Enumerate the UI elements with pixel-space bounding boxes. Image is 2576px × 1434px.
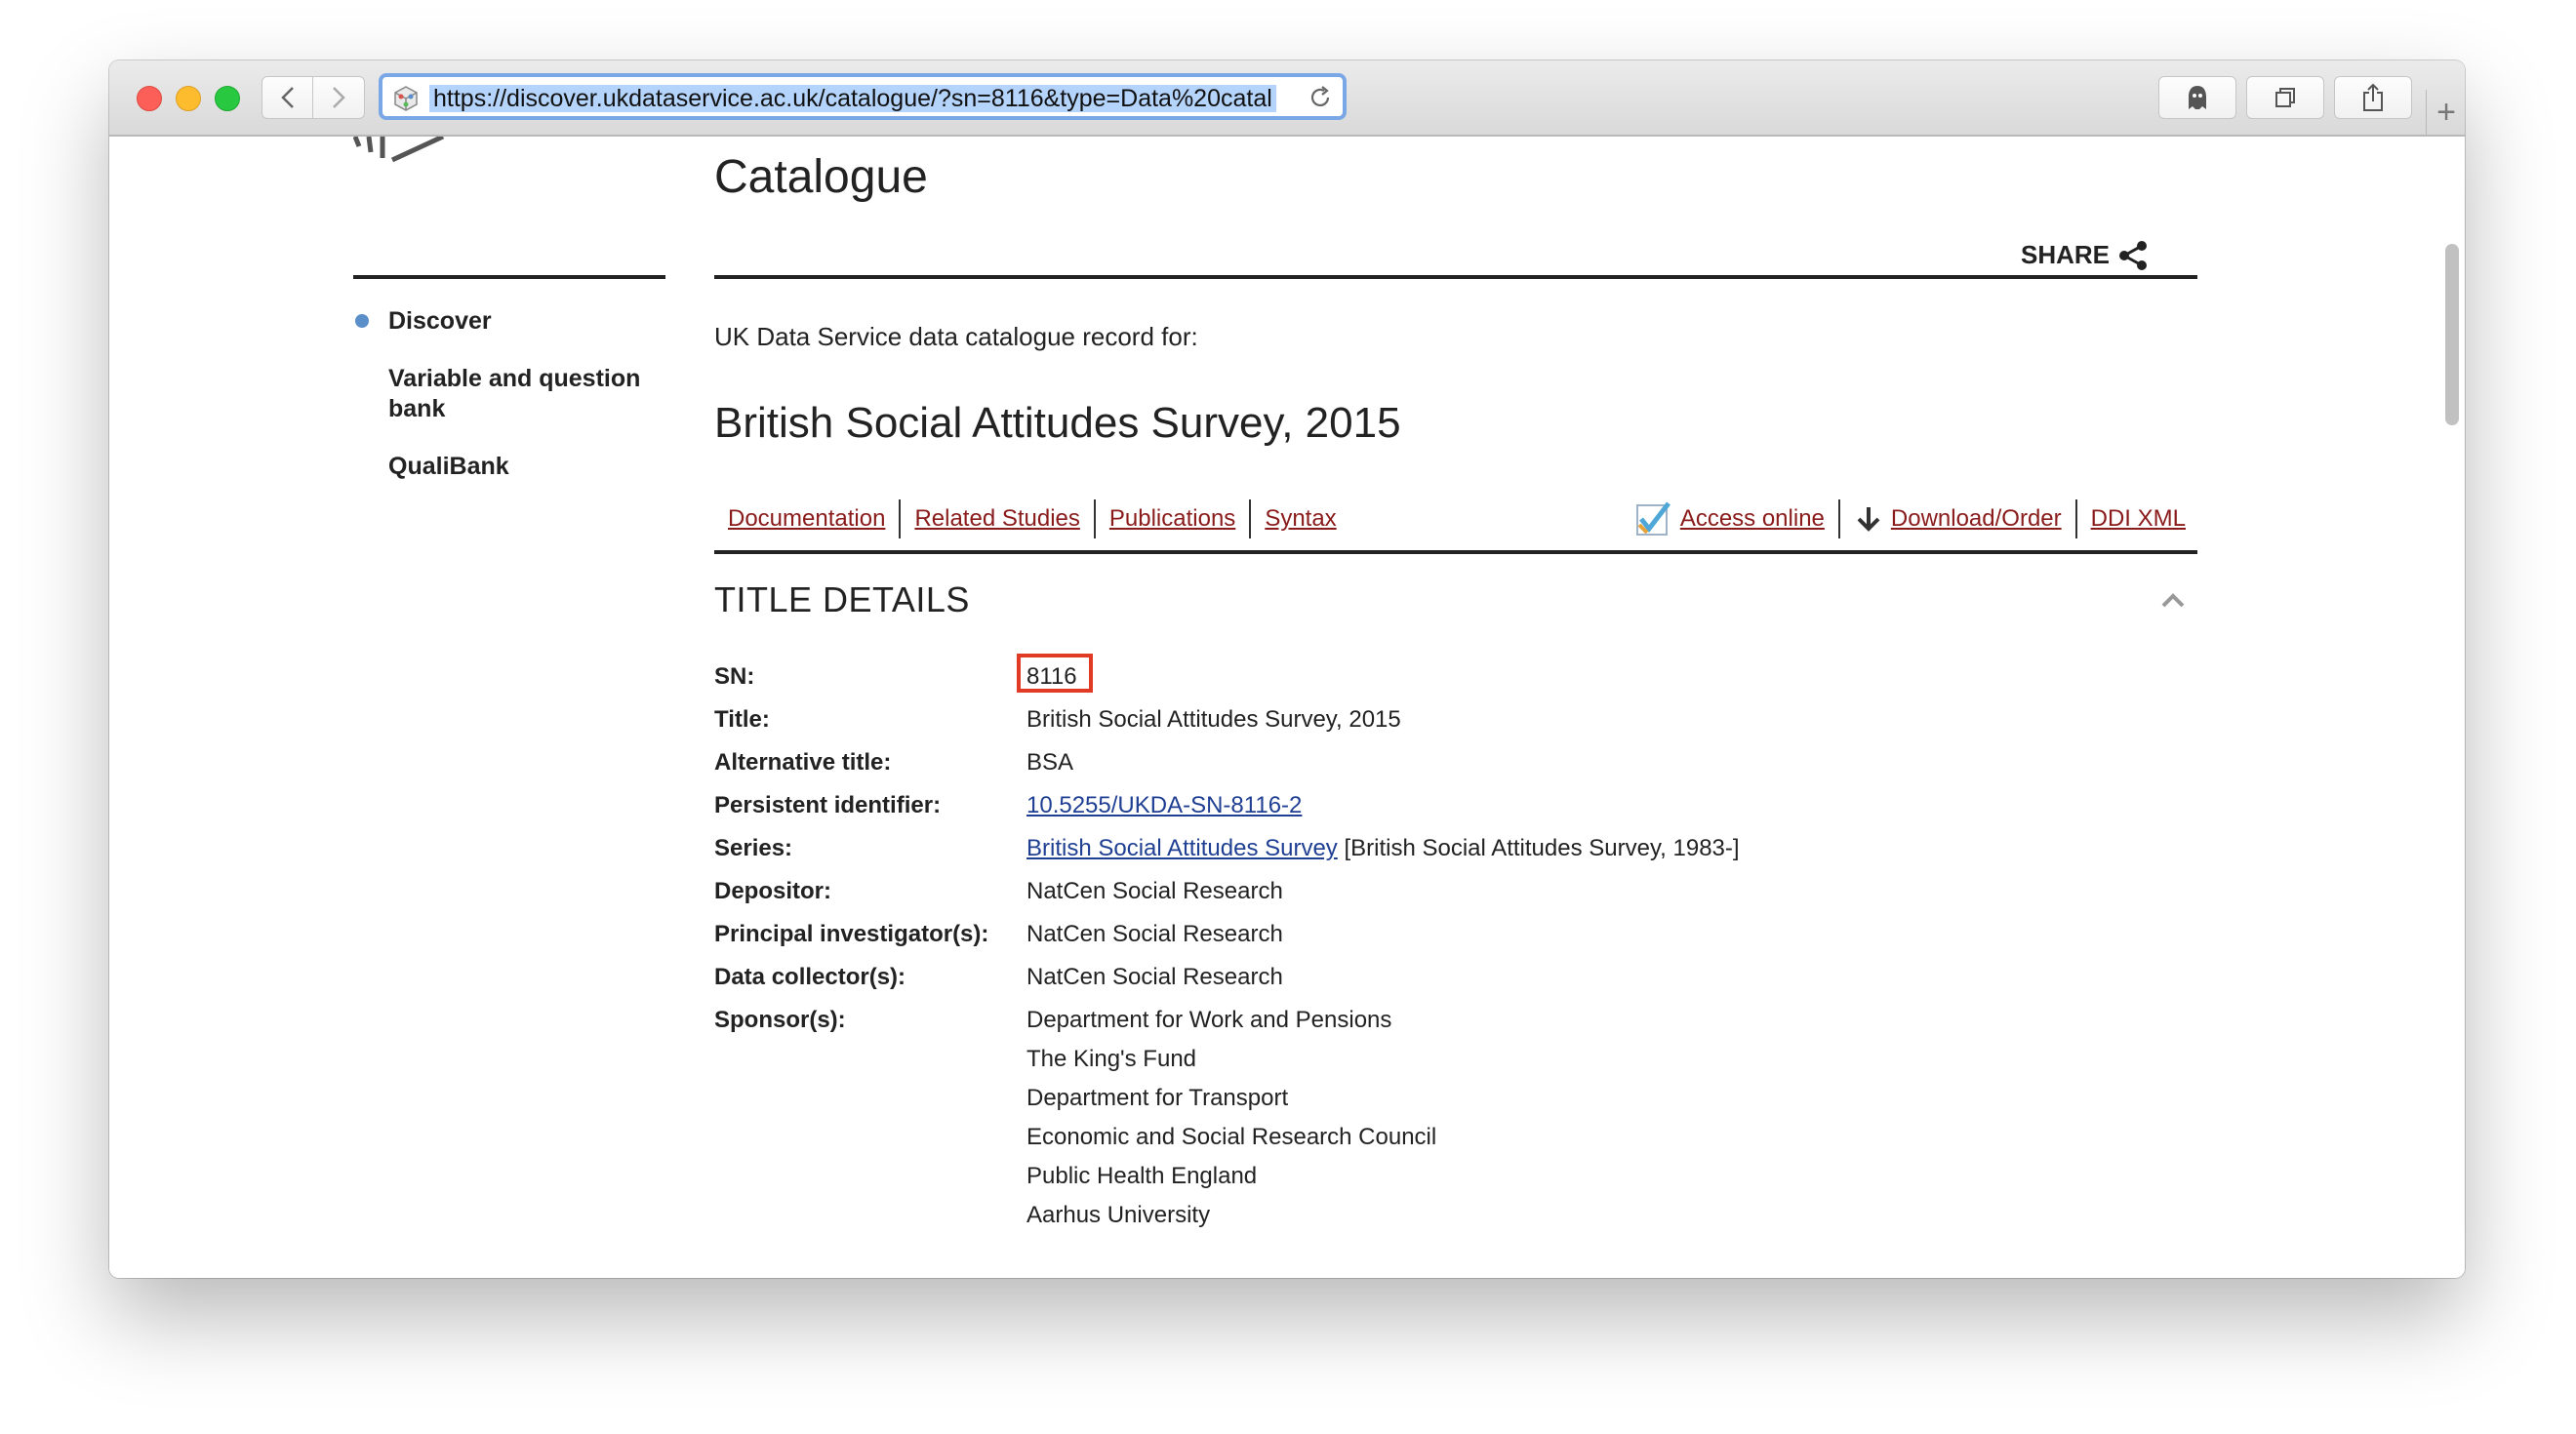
related-studies-link[interactable]: Related Studies	[901, 498, 1093, 540]
site-favicon-icon	[392, 85, 420, 117]
section-title-details: TITLE DETAILS	[714, 579, 970, 619]
title-details-table: SN: 8116 Title: British Social Attitudes…	[714, 654, 2178, 1233]
record-links-right: Access online Download/Order DDI XML	[1620, 498, 2186, 540]
record-links-left: Documentation Related Studies Publicatio…	[714, 498, 1350, 540]
syntax-link[interactable]: Syntax	[1251, 498, 1349, 540]
forward-button[interactable]	[312, 76, 365, 119]
share-button[interactable]: SHARE	[2021, 240, 2149, 270]
detail-row-pid: Persistent identifier: 10.5255/UKDA-SN-8…	[714, 784, 2178, 827]
link-separator	[1837, 499, 1840, 538]
detail-row-sn: SN: 8116	[714, 654, 2178, 698]
alt-title-label: Alternative title:	[714, 749, 892, 776]
pid-value: 10.5255/UKDA-SN-8116-2	[1026, 792, 1302, 819]
series-value: British Social Attitudes Survey [British…	[1026, 835, 1740, 862]
series-label: Series:	[714, 835, 793, 861]
pi-label: Principal investigator(s):	[714, 921, 989, 947]
detail-row-title: Title: British Social Attitudes Survey, …	[714, 698, 2178, 741]
detail-row-alt-title: Alternative title: BSA	[714, 741, 2178, 784]
sponsor-item: Public Health England	[1026, 1163, 1258, 1189]
links-divider	[714, 550, 2197, 554]
close-window-button[interactable]	[137, 86, 162, 111]
detail-row-sponsors: Sponsor(s): Department for Work and Pens…	[714, 999, 2178, 1233]
publications-link[interactable]: Publications	[1096, 498, 1249, 540]
ddi-xml-link[interactable]: DDI XML	[2077, 498, 2186, 540]
sidebar-item-variable-question-bank[interactable]: Variable and question bank	[353, 364, 675, 424]
share-nodes-icon	[2119, 240, 2147, 270]
sidebar-item-qualibank[interactable]: QualiBank	[353, 452, 675, 482]
access-online-link[interactable]: Access online	[1672, 498, 1838, 540]
share-toolbar-button[interactable]	[2334, 76, 2412, 119]
page-content: Discover Variable and question bank Qual…	[109, 137, 2465, 1278]
site-logo-fragment	[353, 137, 445, 163]
address-bar[interactable]: https://discover.ukdataservice.ac.uk/cat…	[379, 73, 1347, 120]
depositor-value: NatCen Social Research	[1026, 878, 1283, 904]
pi-value: NatCen Social Research	[1026, 921, 1283, 947]
sponsor-item: Aarhus University	[1026, 1202, 1211, 1228]
chevron-right-icon	[333, 87, 345, 108]
chevron-up-icon	[2161, 593, 2185, 608]
browser-window: https://discover.ukdataservice.ac.uk/cat…	[109, 60, 2465, 1278]
detail-row-depositor: Depositor: NatCen Social Research	[714, 870, 2178, 913]
url-text[interactable]: https://discover.ukdataservice.ac.uk/cat…	[429, 85, 1276, 112]
title-divider	[714, 275, 2197, 279]
sn-label: SN:	[714, 663, 755, 690]
collector-label: Data collector(s):	[714, 964, 906, 990]
ghost-icon	[2189, 86, 2206, 109]
depositor-label: Depositor:	[714, 878, 831, 904]
documentation-link[interactable]: Documentation	[714, 498, 899, 540]
access-online-checkmark-icon	[1633, 499, 1672, 538]
share-label: SHARE	[2020, 240, 2110, 269]
ghostery-extension-button[interactable]	[2158, 76, 2236, 119]
download-order-link[interactable]: Download/Order	[1883, 498, 2075, 540]
sidebar-item-label: Discover	[388, 307, 492, 335]
title-label: Title:	[714, 706, 770, 733]
download-arrow-icon	[1854, 504, 1883, 534]
detail-row-pi: Principal investigator(s): NatCen Social…	[714, 913, 2178, 956]
active-bullet-icon	[355, 314, 369, 328]
share-icon	[2363, 83, 2383, 111]
sponsor-item: Economic and Social Research Council	[1026, 1124, 1437, 1150]
pid-link[interactable]: 10.5255/UKDA-SN-8116-2	[1026, 792, 1302, 818]
series-link[interactable]: British Social Attitudes Survey	[1026, 835, 1338, 861]
vertical-scrollbar[interactable]	[2445, 244, 2459, 425]
detail-row-series: Series: British Social Attitudes Survey …	[714, 827, 2178, 870]
sponsors-label: Sponsor(s):	[714, 1007, 846, 1033]
new-tab-button[interactable]: +	[2426, 90, 2465, 135]
sidebar-item-label: Variable and question bank	[388, 365, 641, 422]
page-title: Catalogue	[714, 151, 928, 203]
sidebar-nav: Discover Variable and question bank Qual…	[353, 306, 675, 509]
record-intro-text: UK Data Service data catalogue record fo…	[714, 322, 1198, 351]
reload-icon[interactable]	[1308, 85, 1333, 115]
series-extra: [British Social Attitudes Survey, 1983-]	[1337, 835, 1740, 861]
tabs-overview-icon	[2275, 88, 2295, 107]
collector-value: NatCen Social Research	[1026, 964, 1283, 990]
alt-title-value: BSA	[1026, 749, 1074, 776]
study-title: British Social Attitudes Survey, 2015	[714, 399, 1401, 447]
sidebar-item-discover[interactable]: Discover	[353, 306, 675, 337]
detail-row-collector: Data collector(s): NatCen Social Researc…	[714, 956, 2178, 999]
browser-toolbar: https://discover.ukdataservice.ac.uk/cat…	[109, 60, 2465, 137]
show-tabs-button[interactable]	[2246, 76, 2324, 119]
sidebar-item-label: QualiBank	[388, 453, 509, 480]
chevron-left-icon	[281, 87, 294, 108]
minimize-window-button[interactable]	[176, 86, 201, 111]
back-button[interactable]	[262, 76, 314, 119]
sponsors-list: Department for Work and Pensions The Kin…	[1026, 1001, 1436, 1235]
collapse-section-button[interactable]	[2160, 591, 2186, 614]
sponsor-item: Department for Work and Pensions	[1026, 1007, 1392, 1033]
title-value: British Social Attitudes Survey, 2015	[1026, 706, 1401, 733]
pid-label: Persistent identifier:	[714, 792, 942, 818]
sponsor-item: The King's Fund	[1026, 1046, 1197, 1072]
sn-value: 8116	[1026, 663, 1077, 690]
sidebar-divider	[353, 275, 665, 279]
sponsor-item: Department for Transport	[1026, 1085, 1289, 1111]
zoom-window-button[interactable]	[215, 86, 240, 111]
